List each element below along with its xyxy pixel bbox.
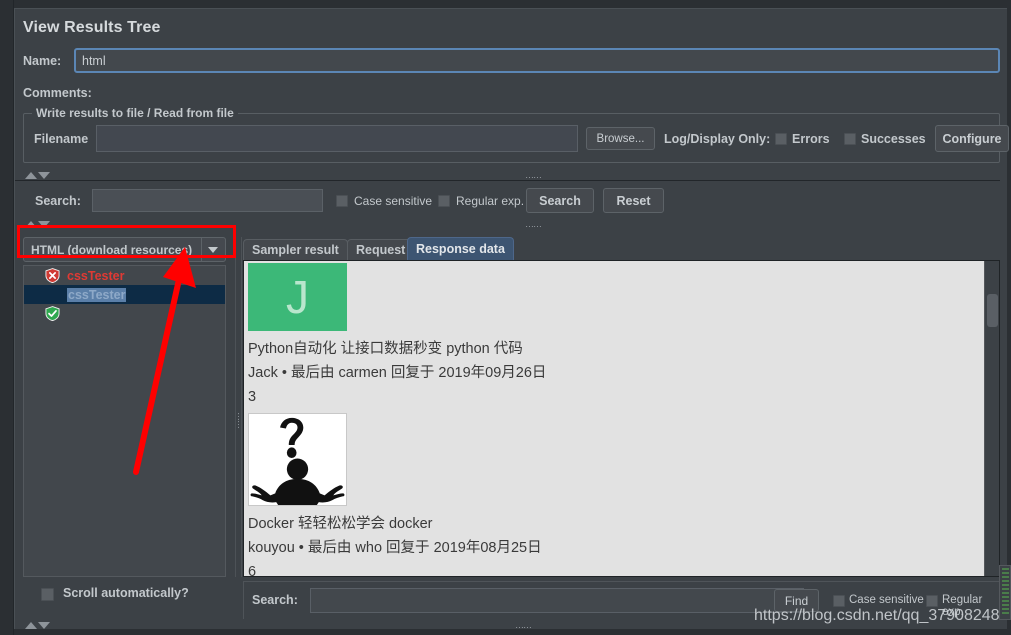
view-results-tree-panel: View Results Tree Name: Comments: Write … — [14, 8, 1009, 630]
browse-button[interactable]: Browse... — [586, 127, 655, 150]
watermark: https://blog.csdn.net/qq_37908248 — [754, 607, 1000, 624]
comments-row: Comments: — [23, 83, 1000, 105]
errors-checkbox[interactable] — [775, 133, 787, 145]
avatar — [248, 413, 347, 506]
case-sensitive-checkbox[interactable] — [336, 195, 348, 207]
chevron-up-icon[interactable] — [25, 221, 37, 228]
splitter-mid-onetouch[interactable] — [25, 220, 53, 229]
result-detail-column: Sampler result Request Response data J P… — [243, 237, 1000, 577]
splitter-top[interactable]: …… — [15, 171, 1000, 181]
page-title: View Results Tree — [23, 19, 161, 36]
tab-sampler-result[interactable]: Sampler result — [243, 239, 348, 260]
shield-check-icon — [45, 306, 60, 321]
shrug-silhouette-icon — [249, 414, 346, 505]
log-display-only-label: Log/Display Only: — [664, 132, 771, 146]
configure-button[interactable]: Configure — [935, 125, 1009, 152]
splitter-grip-icon: …… — [525, 170, 542, 180]
post-title[interactable]: Docker 轻轻松松学会 docker — [248, 512, 986, 536]
scroll-automatically-checkbox[interactable] — [41, 588, 54, 601]
errors-label: Errors — [792, 132, 830, 146]
search-input[interactable] — [92, 189, 323, 212]
case-sensitive-label: Case sensitive — [354, 194, 433, 208]
post-title[interactable]: Python自动化 让接口数据秒变 python 代码 — [248, 337, 986, 361]
splitter-bottom-onetouch[interactable] — [25, 621, 53, 630]
post-reply-count: 6 — [248, 564, 257, 577]
tree-row[interactable]: cssTester — [24, 266, 225, 285]
filename-input[interactable] — [96, 125, 578, 152]
chevron-up-icon[interactable] — [25, 172, 37, 179]
tabstrip: Sampler result Request Response data — [243, 237, 1000, 260]
splitter-grip-icon: …… — [525, 219, 542, 229]
right-edge-indicator — [1002, 568, 1009, 616]
splitter-mid[interactable]: …… — [15, 220, 1000, 230]
tree-column: HTML (download resources) cssTester cssT… — [23, 237, 234, 577]
search-button[interactable]: Search — [526, 188, 594, 213]
write-results-group: Write results to file / Read from file F… — [23, 106, 1009, 163]
avatar: J — [248, 263, 347, 331]
response-scrollbar[interactable] — [984, 261, 999, 576]
tree-row[interactable]: cssTester — [24, 285, 225, 321]
scroll-automatically-label: Scroll automatically? — [63, 586, 189, 600]
app-window: View Results Tree Name: Comments: Write … — [0, 0, 1011, 635]
post-reply-count: 3 — [248, 389, 257, 405]
regular-exp-checkbox[interactable] — [438, 195, 450, 207]
find-search-label: Search: — [252, 593, 298, 607]
chevron-up-icon[interactable] — [25, 622, 37, 629]
find-case-sensitive-label: Case sensitive — [849, 594, 924, 606]
response-scrollbar-thumb[interactable] — [987, 294, 998, 327]
renderer-dropdown-arrow-box[interactable] — [201, 238, 225, 261]
comments-label: Comments: — [23, 86, 92, 100]
comments-input[interactable] — [101, 83, 1000, 103]
chevron-down-icon[interactable] — [38, 221, 50, 228]
filename-label: Filename — [34, 132, 89, 146]
successes-checkbox[interactable] — [844, 133, 856, 145]
find-search-input[interactable] — [310, 588, 804, 613]
tree-item-label: cssTester — [67, 268, 125, 283]
results-tree[interactable]: cssTester cssTester — [23, 265, 226, 577]
scroll-automatically-row: Scroll automatically? — [23, 581, 234, 611]
tab-response-data[interactable]: Response data — [407, 237, 514, 260]
splitter-vertical[interactable]: …… — [235, 237, 246, 577]
name-input[interactable] — [74, 48, 1000, 73]
shield-x-icon — [45, 268, 60, 283]
window-left-gutter — [0, 0, 14, 635]
renderer-dropdown[interactable]: HTML (download resources) — [23, 237, 226, 262]
find-regular-exp-checkbox[interactable] — [926, 595, 938, 607]
search-panel: Search: Case sensitive Regular exp. Sear… — [23, 184, 1000, 222]
post-meta: kouyou • 最后由 who 回复于 2019年08月25日 — [248, 540, 542, 556]
splitter-top-onetouch[interactable] — [25, 171, 53, 180]
chevron-down-icon[interactable] — [38, 622, 50, 629]
tab-request[interactable]: Request — [347, 239, 415, 260]
response-data-view[interactable]: J Python自动化 让接口数据秒变 python 代码 Jack • 最后由… — [243, 260, 1000, 577]
find-case-sensitive-checkbox[interactable] — [833, 595, 845, 607]
tree-item-label: cssTester — [67, 287, 127, 302]
splitter-grip-icon: …… — [515, 620, 532, 630]
reset-button[interactable]: Reset — [603, 188, 664, 213]
search-label: Search: — [35, 194, 81, 208]
chevron-down-icon[interactable] — [208, 247, 218, 253]
post-meta: Jack • 最后由 carmen 回复于 2019年09月26日 — [248, 365, 547, 381]
chevron-down-icon[interactable] — [38, 172, 50, 179]
write-results-legend: Write results to file / Read from file — [32, 106, 238, 120]
response-rendered-html: J Python自动化 让接口数据秒变 python 代码 Jack • 最后由… — [244, 261, 986, 576]
regular-exp-label: Regular exp. — [456, 194, 525, 208]
name-label: Name: — [23, 54, 62, 68]
name-row: Name: — [23, 48, 1000, 76]
renderer-dropdown-value: HTML (download resources) — [31, 243, 193, 257]
successes-label: Successes — [861, 132, 926, 146]
